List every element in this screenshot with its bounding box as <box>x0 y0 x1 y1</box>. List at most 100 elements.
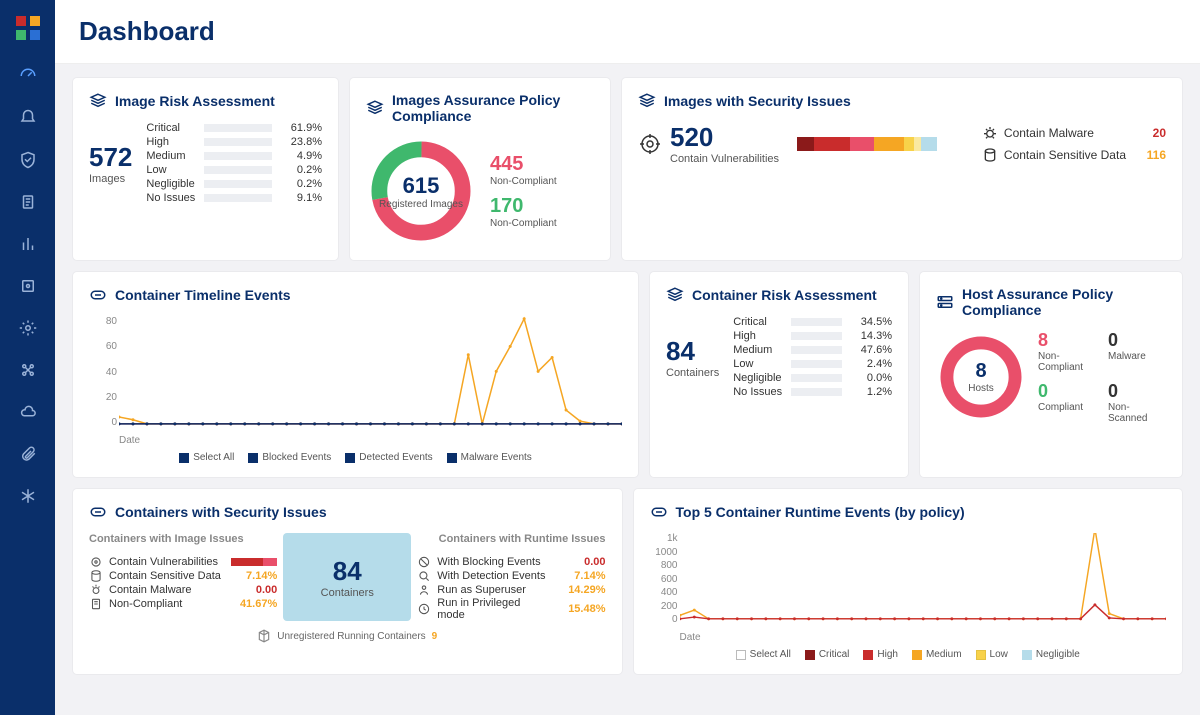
risk-pct: 9.1% <box>278 192 322 204</box>
risk-row: High14.3% <box>733 330 892 342</box>
line-chart <box>119 316 622 427</box>
csi-row: With Detection Events7.14% <box>417 569 605 583</box>
unreg-val: 9 <box>432 631 438 642</box>
card-title-text: Top 5 Container Runtime Events (by polic… <box>676 504 965 520</box>
risk-pct: 23.8% <box>278 136 322 148</box>
nav-attachment-icon[interactable] <box>10 436 46 472</box>
risk-row: Low 0.2% <box>146 164 322 176</box>
risk-bar <box>791 332 842 340</box>
legend-item[interactable]: Critical <box>805 649 850 660</box>
user-icon <box>417 583 431 597</box>
risk-pct: 4.9% <box>278 150 322 162</box>
risk-bar <box>791 346 842 354</box>
image-risk-label: Images <box>89 173 132 185</box>
c-num: 170 <box>490 195 557 218</box>
cube-icon <box>257 629 271 643</box>
line-chart <box>680 533 1166 621</box>
risk-pct: 1.2% <box>848 386 892 398</box>
risk-pct: 0.0% <box>848 372 892 384</box>
containers-count-tile: 84 Containers <box>283 533 411 621</box>
host-stat: 0Non-Scanned <box>1108 381 1166 424</box>
donut-label: Hosts <box>968 383 994 394</box>
risk-label: Negligible <box>733 372 785 384</box>
c-label: Non-Compliant <box>490 218 557 229</box>
legend-item[interactable]: Select All <box>179 452 234 463</box>
risk-row: No Issues 1.2% <box>733 386 892 398</box>
bug-icon <box>89 583 103 597</box>
sec-label: Contain Vulnerabilities <box>670 153 779 165</box>
nav-apps-icon[interactable] <box>10 352 46 388</box>
risk-row: Medium47.6% <box>733 344 892 356</box>
card-container-timeline: Container Timeline Events 806040200 Date… <box>73 272 638 477</box>
img-issues-subtitle: Containers with Image Issues <box>89 533 277 545</box>
risk-pct: 34.5% <box>848 316 892 328</box>
risk-label: No Issues <box>733 386 785 398</box>
legend-item[interactable]: Blocked Events <box>248 452 331 463</box>
risk-pct: 61.9% <box>278 122 322 134</box>
risk-row: Low2.4% <box>733 358 892 370</box>
host-stat: 8Non-Compliant <box>1038 330 1096 373</box>
risk-bar <box>204 194 272 202</box>
csi-row: Contain Vulnerabilities <box>89 555 277 569</box>
legend-item[interactable]: Detected Events <box>345 452 432 463</box>
risk-bar <box>791 374 842 382</box>
nav-cloud-icon[interactable] <box>10 394 46 430</box>
legend-item[interactable]: Medium <box>912 649 962 660</box>
nc-label: Non-Compliant <box>490 176 557 187</box>
risk-pct: 0.2% <box>278 164 322 176</box>
image-risk-total: 572 <box>89 142 132 173</box>
risk-label: Critical <box>733 316 785 328</box>
host-icon <box>936 293 954 311</box>
container-icon <box>89 286 107 304</box>
risk-pct: 47.6% <box>848 344 892 356</box>
risk-bar <box>791 318 842 326</box>
layers-icon <box>638 92 656 110</box>
legend-item[interactable]: Select All <box>736 649 791 660</box>
donut-chart: 615 Registered Images <box>366 136 476 246</box>
risk-label: High <box>733 330 785 342</box>
logo <box>12 12 44 44</box>
nav-security-icon[interactable] <box>10 142 46 178</box>
legend-item[interactable]: Negligible <box>1022 649 1080 660</box>
risk-label: Low <box>146 164 198 176</box>
sec-total: 520 <box>670 122 779 153</box>
nc-num: 445 <box>490 153 557 176</box>
layers-icon <box>366 99 384 117</box>
card-title-text: Image Risk Assessment <box>115 93 275 109</box>
target-icon <box>638 132 662 156</box>
content: Image Risk Assessment 572 Images Critica… <box>55 64 1200 715</box>
page-title: Dashboard <box>79 16 1176 47</box>
risk-pct: 0.2% <box>278 178 322 190</box>
nav-settings-icon[interactable] <box>10 310 46 346</box>
malware-val: 20 <box>1132 126 1166 140</box>
donut-num: 615 <box>403 173 440 199</box>
header: Dashboard <box>55 0 1200 64</box>
card-title-text: Images with Security Issues <box>664 93 851 109</box>
container-icon <box>89 503 107 521</box>
csi-row: With Blocking Events0.00 <box>417 555 605 569</box>
nav-asterisk-icon[interactable] <box>10 478 46 514</box>
nav-analytics-icon[interactable] <box>10 226 46 262</box>
nav-alerts-icon[interactable] <box>10 100 46 136</box>
risk-label: High <box>146 136 198 148</box>
risk-bar <box>204 180 272 188</box>
card-top5-runtime: Top 5 Container Runtime Events (by polic… <box>634 489 1183 674</box>
risk-row: Critical 34.5% <box>733 316 892 328</box>
host-stat: 0Compliant <box>1038 381 1096 424</box>
x-axis-label: Date <box>119 435 140 446</box>
legend-item[interactable]: Malware Events <box>447 452 532 463</box>
nav-dashboard-icon[interactable] <box>10 58 46 94</box>
malware-label: Contain Malware <box>1004 126 1094 140</box>
stacked-bar <box>797 137 964 151</box>
card-image-sec-issues: Images with Security Issues 520 Contain … <box>622 78 1182 260</box>
legend-item[interactable]: Low <box>976 649 1008 660</box>
risk-bar <box>204 124 272 132</box>
legend-item[interactable]: High <box>863 649 898 660</box>
priv-icon <box>417 602 431 616</box>
risk-row: High 23.8% <box>146 136 322 148</box>
block-icon <box>417 555 431 569</box>
risk-label: Low <box>733 358 785 370</box>
risk-bar <box>791 388 842 396</box>
nav-clipboard-icon[interactable] <box>10 184 46 220</box>
nav-layers-icon[interactable] <box>10 268 46 304</box>
